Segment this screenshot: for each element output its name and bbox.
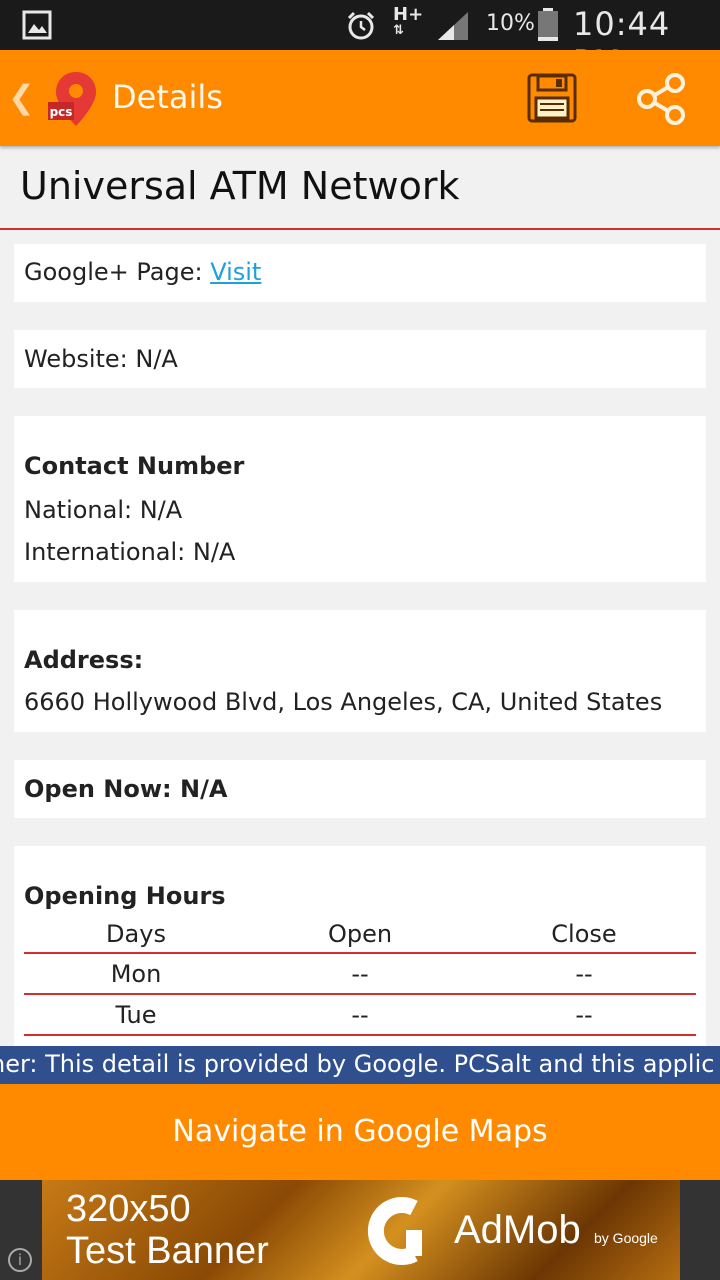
ad-test-banner-text: Test Banner [66, 1230, 269, 1272]
place-title: Universal ATM Network [20, 164, 460, 208]
open-now-text: Open Now: N/A [24, 775, 228, 803]
open-time-cell: -- [351, 1001, 369, 1029]
admob-by-google-text: by Google [594, 1230, 658, 1246]
disclaimer-marquee: ner: This detail is provided by Google. … [0, 1046, 720, 1084]
close-time-cell: -- [575, 1001, 593, 1029]
address-heading: Address: [24, 646, 144, 674]
google-plus-label: Google+ Page: [24, 258, 211, 286]
website-card: Website: N/A [14, 330, 706, 388]
opening-hours-table: Days Open Close Mon -- -- Tue -- -- [24, 920, 696, 1036]
alarm-icon [347, 11, 375, 40]
share-icon[interactable] [634, 72, 688, 126]
contact-heading: Contact Number [24, 452, 245, 480]
battery-icon [538, 8, 558, 41]
address-value: 6660 Hollywood Blvd, Los Angeles, CA, Un… [24, 688, 663, 716]
column-header-close: Close [551, 920, 617, 948]
day-cell: Mon [110, 960, 162, 988]
app-logo[interactable]: pcs [48, 70, 98, 128]
google-plus-visit-link[interactable]: Visit [210, 258, 261, 286]
close-time-cell: -- [575, 960, 593, 988]
navigate-button-label: Navigate in Google Maps [172, 1114, 548, 1149]
action-bar: ❮ pcs Details [0, 50, 720, 146]
status-bar: H+ ⇅ 10% 10:44 PM [0, 0, 720, 81]
battery-percent: 10% [486, 11, 535, 36]
signal-strength-icon [438, 12, 468, 40]
back-chevron-icon[interactable]: ❮ [8, 78, 35, 116]
opening-hours-heading: Opening Hours [24, 882, 226, 910]
contact-card: Contact Number National: N/A Internation… [14, 416, 706, 582]
table-row: Tue -- -- [24, 995, 696, 1036]
google-plus-card: Google+ Page: Visit [14, 244, 706, 302]
table-row: Mon -- -- [24, 954, 696, 995]
website-text: Website: N/A [24, 345, 178, 373]
ad-banner-area: 320x50 Test Banner AdMob by Google [0, 1180, 720, 1280]
open-now-card: Open Now: N/A [14, 760, 706, 818]
google-plus-row: Google+ Page: Visit [24, 258, 261, 286]
national-number: National: N/A [24, 496, 183, 524]
navigate-in-google-maps-button[interactable]: Navigate in Google Maps [0, 1084, 720, 1180]
column-header-open: Open [327, 920, 393, 948]
admob-logo-icon [367, 1197, 422, 1265]
screen-title: Details [112, 78, 223, 116]
admob-test-banner[interactable]: 320x50 Test Banner AdMob by Google [42, 1180, 680, 1280]
ad-info-icon[interactable]: i [8, 1248, 32, 1272]
opening-hours-card: Opening Hours Days Open Close Mon -- -- … [14, 846, 706, 1056]
network-type: H+ ⇅ [393, 4, 424, 38]
international-number: International: N/A [24, 538, 236, 566]
save-icon[interactable] [526, 72, 578, 124]
app-logo-text: pcs [50, 105, 73, 119]
day-cell: Tue [115, 1001, 157, 1029]
ad-size-text: 320x50 [66, 1188, 191, 1230]
address-card: Address: 6660 Hollywood Blvd, Los Angele… [14, 610, 706, 732]
open-time-cell: -- [351, 960, 369, 988]
title-divider [0, 228, 720, 230]
gallery-notification-icon [22, 10, 52, 40]
disclaimer-text: ner: This detail is provided by Google. … [0, 1050, 715, 1078]
column-header-days: Days [106, 920, 166, 948]
table-header-row: Days Open Close [24, 920, 696, 954]
admob-brand-text: AdMob [454, 1208, 581, 1252]
